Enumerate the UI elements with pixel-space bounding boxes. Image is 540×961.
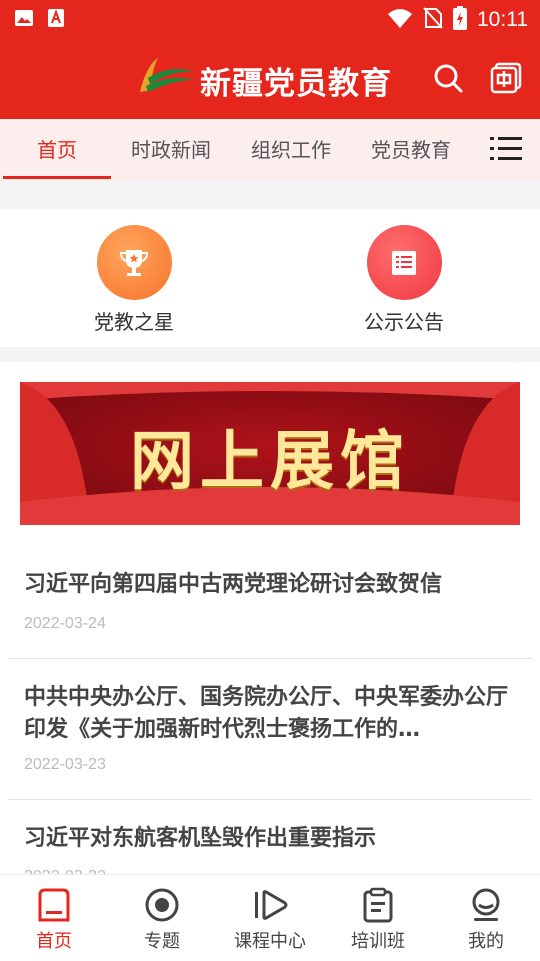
tab-organization[interactable]: 组织工作 (235, 119, 347, 181)
bottom-navigation: 首页 专题 课程中心 培训班 我的 (0, 874, 540, 961)
news-divider (8, 799, 532, 800)
home-icon (36, 887, 72, 923)
news-divider (8, 658, 532, 659)
app-bar: 新疆党员教育 (0, 36, 540, 119)
quick-link-label: 党教之星 (94, 310, 174, 334)
app-logo-icon (136, 56, 196, 96)
banner-title: 网上展馆 (130, 424, 410, 499)
tab-current-news[interactable]: 时政新闻 (115, 119, 227, 181)
nav-label: 课程中心 (234, 931, 306, 952)
gallery-notification-icon (14, 8, 34, 28)
notice-list-icon (366, 225, 442, 300)
news-title: 中共中央办公厅、国务院办公厅、中央军委办公厅印发《关于加强新时代烈士褒扬工作的… (24, 685, 509, 742)
quick-link-label: 公示公告 (364, 310, 444, 334)
active-tab-indicator (3, 176, 111, 179)
tab-member-education[interactable]: 党员教育 (355, 119, 467, 181)
app-title: 新疆党员教育 (200, 66, 392, 102)
course-play-icon (252, 887, 288, 923)
battery-charging-icon (453, 6, 467, 34)
news-date: 2022-03-23 (24, 756, 106, 773)
list-menu-icon (490, 137, 522, 160)
nav-label: 专题 (144, 931, 180, 952)
nav-topic[interactable]: 专题 (108, 875, 216, 961)
app-header: 10:11 新疆党员教育 (0, 0, 540, 119)
profile-icon (468, 887, 504, 923)
language-switch-button[interactable] (490, 62, 522, 94)
search-icon (434, 64, 463, 93)
tab-home[interactable]: 首页 (3, 119, 111, 181)
nav-label: 培训班 (351, 931, 405, 952)
search-button[interactable] (432, 62, 464, 94)
nav-label: 我的 (468, 931, 504, 952)
no-sim-icon (423, 7, 443, 33)
trophy-icon (96, 225, 172, 300)
training-notebook-icon (360, 887, 396, 923)
quick-links: 党教之星 公示公告 (0, 209, 540, 347)
app-notification-icon (46, 8, 66, 28)
wifi-icon (387, 8, 413, 32)
nav-label: 首页 (36, 931, 72, 952)
quick-link-announcements[interactable]: 公示公告 (324, 209, 484, 335)
online-exhibition-banner[interactable]: 网上展馆 (20, 382, 520, 525)
status-bar: 10:11 (0, 0, 540, 36)
status-time: 10:11 (477, 8, 528, 31)
nav-mine[interactable]: 我的 (432, 875, 540, 961)
news-title: 习近平对东航客机坠毁作出重要指示 (24, 826, 377, 851)
news-title: 习近平向第四届中古两党理论研讨会致贺信 (24, 572, 443, 597)
nav-training[interactable]: 培训班 (324, 875, 432, 961)
chinese-lang-icon (490, 62, 522, 94)
topic-icon (144, 887, 180, 923)
category-tabs: 首页 时政新闻 组织工作 党员教育 (0, 119, 540, 181)
nav-course-center[interactable]: 课程中心 (216, 875, 324, 961)
more-categories-button[interactable] (488, 134, 524, 164)
news-date: 2022-03-24 (24, 615, 106, 632)
news-feed: 网上展馆 习近平向第四届中古两党理论研讨会致贺信 2022-03-24 中共中央… (0, 362, 540, 874)
nav-home[interactable]: 首页 (0, 875, 108, 961)
quick-link-party-star[interactable]: 党教之星 (54, 209, 214, 335)
